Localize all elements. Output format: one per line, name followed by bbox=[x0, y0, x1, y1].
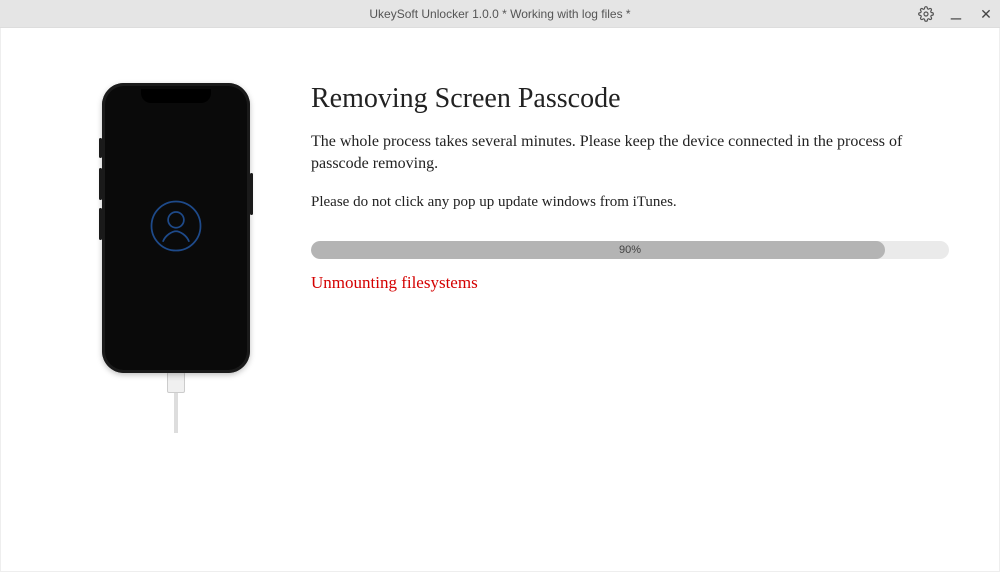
phone-connector bbox=[167, 371, 185, 393]
titlebar-controls: _ ✕ bbox=[918, 6, 994, 22]
device-illustration-column bbox=[41, 83, 311, 571]
phone-body bbox=[102, 83, 250, 373]
main-column: Removing Screen Passcode The whole proce… bbox=[311, 83, 959, 571]
settings-icon[interactable] bbox=[918, 6, 934, 22]
window-title: UkeySoft Unlocker 1.0.0 * Working with l… bbox=[369, 7, 630, 21]
phone-side-button bbox=[250, 173, 253, 215]
description-text: The whole process takes several minutes.… bbox=[311, 131, 949, 176]
content-area: Removing Screen Passcode The whole proce… bbox=[0, 28, 1000, 572]
phone-side-button bbox=[99, 168, 102, 200]
status-text: Unmounting filesystems bbox=[311, 273, 949, 293]
titlebar: UkeySoft Unlocker 1.0.0 * Working with l… bbox=[0, 0, 1000, 28]
progress-bar: 90% bbox=[311, 241, 949, 259]
close-icon[interactable]: ✕ bbox=[978, 6, 994, 22]
phone-side-button bbox=[99, 138, 102, 158]
phone-cable-assembly bbox=[102, 373, 250, 433]
warning-text: Please do not click any pop up update wi… bbox=[311, 194, 949, 211]
page-heading: Removing Screen Passcode bbox=[311, 83, 949, 115]
minimize-icon[interactable]: _ bbox=[948, 2, 964, 18]
phone-illustration bbox=[102, 83, 250, 433]
progress-fill bbox=[311, 241, 885, 259]
progress-label: 90% bbox=[619, 244, 641, 256]
user-icon bbox=[148, 198, 204, 259]
phone-cable bbox=[174, 393, 178, 433]
phone-side-button bbox=[99, 208, 102, 240]
phone-notch bbox=[141, 89, 211, 103]
